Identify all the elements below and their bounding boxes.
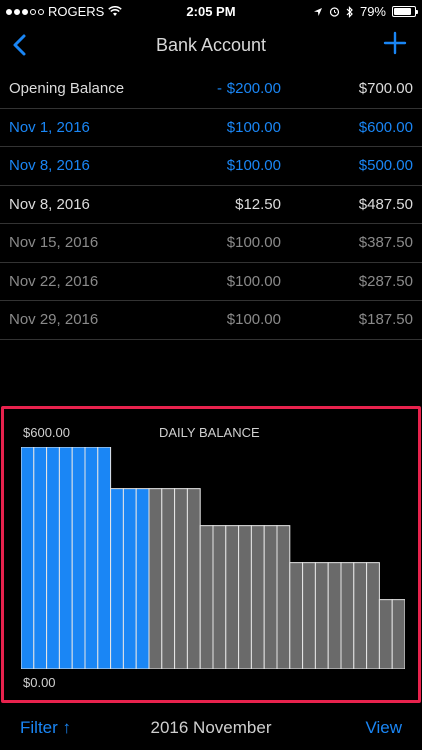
view-button[interactable]: View <box>365 718 402 738</box>
plus-icon[interactable] <box>382 30 408 56</box>
transaction-label: Nov 15, 2016 <box>9 234 99 251</box>
chart-bar <box>46 447 60 669</box>
bottom-toolbar: Filter ↑ 2016 November View <box>0 706 422 750</box>
chart-bar <box>148 488 163 669</box>
chart-bar <box>110 488 124 669</box>
navigation-bar: Bank Account <box>0 24 422 68</box>
chart-bar <box>225 525 240 669</box>
chart-bar <box>314 562 329 669</box>
chart-bar <box>21 447 35 669</box>
transaction-balance: $600.00 <box>358 118 413 136</box>
chart-bar <box>97 447 112 669</box>
chart-bar <box>161 488 176 669</box>
transaction-row[interactable]: Nov 1, 2016 $100.00 $600.00 <box>0 109 422 147</box>
chart-bar <box>33 447 48 669</box>
chart-bar <box>302 562 316 669</box>
chart-bar <box>58 447 73 669</box>
chart-bar <box>71 447 86 669</box>
daily-balance-chart[interactable]: $600.00 DAILY BALANCE $0.00 <box>1 406 421 703</box>
chart-bar <box>340 562 355 669</box>
transaction-label: Nov 8, 2016 <box>9 195 90 213</box>
chart-bar <box>327 562 342 669</box>
transaction-dash: - <box>217 80 222 97</box>
transaction-label: Nov 22, 2016 <box>9 272 99 290</box>
transaction-label: Nov 1, 2016 <box>9 118 90 136</box>
chart-bar <box>276 525 291 669</box>
transaction-label: Nov 8, 2016 <box>9 157 90 174</box>
transaction-row[interactable]: Nov 22, 2016 $100.00 $287.50 <box>0 263 422 301</box>
transaction-row[interactable]: Nov 8, 2016 $12.50 $487.50 <box>0 186 422 224</box>
chart-bar <box>122 488 137 669</box>
transaction-balance: $487.50 <box>358 195 413 213</box>
chart-bar <box>353 562 368 669</box>
transaction-row[interactable]: Nov 15, 2016 $100.00 $387.50 <box>0 224 422 263</box>
chart-bar <box>263 525 278 669</box>
chart-max-label: $600.00 <box>23 425 70 440</box>
chart-bar <box>84 447 99 669</box>
transaction-balance: $700.00 <box>358 80 413 97</box>
chart-bar <box>391 599 405 669</box>
transaction-label: Nov 29, 2016 <box>9 311 99 328</box>
battery-icon <box>392 6 418 17</box>
chart-bar <box>135 488 150 669</box>
transaction-balance: $387.50 <box>358 234 413 251</box>
battery-percent: 79% <box>359 4 386 19</box>
month-label: 2016 November <box>150 718 272 737</box>
chart-plot-area <box>21 447 405 669</box>
status-bar: ROGERS 2:05 PM 79% <box>0 0 422 24</box>
transaction-amount: $12.50 <box>235 195 281 213</box>
alarm-icon <box>329 7 340 17</box>
transaction-label: Opening Balance <box>9 80 125 97</box>
chart-bar <box>250 525 265 669</box>
transaction-amount: $100.00 <box>226 311 281 328</box>
transaction-amount: $100.00 <box>226 234 281 251</box>
transaction-amount: $100.00 <box>226 157 281 174</box>
chart-bar <box>238 525 252 669</box>
transaction-row[interactable]: Nov 8, 2016 $100.00 $500.00 <box>0 147 422 186</box>
transaction-list: Opening Balance - $200.00 $700.00 Nov 1, 201… <box>0 70 422 340</box>
transaction-balance: $187.50 <box>358 311 413 328</box>
transaction-amount: $200.00 <box>226 80 281 97</box>
chart-min-label: $0.00 <box>23 675 56 690</box>
chart-bar <box>378 599 393 669</box>
chart-bar <box>289 562 304 669</box>
chart-bar <box>199 525 214 669</box>
page-title: Bank Account <box>155 35 267 55</box>
bluetooth-icon <box>346 5 353 18</box>
transaction-amount: $100.00 <box>226 272 281 290</box>
chart-bar <box>366 562 380 669</box>
transaction-row[interactable]: Nov 29, 2016 $100.00 $187.50 <box>0 301 422 340</box>
transaction-amount: $100.00 <box>226 118 281 136</box>
chart-title: DAILY BALANCE <box>159 425 260 440</box>
location-arrow-icon <box>313 7 322 16</box>
chart-bar <box>174 488 188 669</box>
transaction-balance: $500.00 <box>358 157 413 174</box>
chart-bar <box>186 488 201 669</box>
chart-bar <box>212 525 227 669</box>
transaction-balance: $287.50 <box>358 272 413 290</box>
transaction-row[interactable]: Opening Balance - $200.00 $700.00 <box>0 70 422 109</box>
status-right: 79% <box>313 4 418 19</box>
